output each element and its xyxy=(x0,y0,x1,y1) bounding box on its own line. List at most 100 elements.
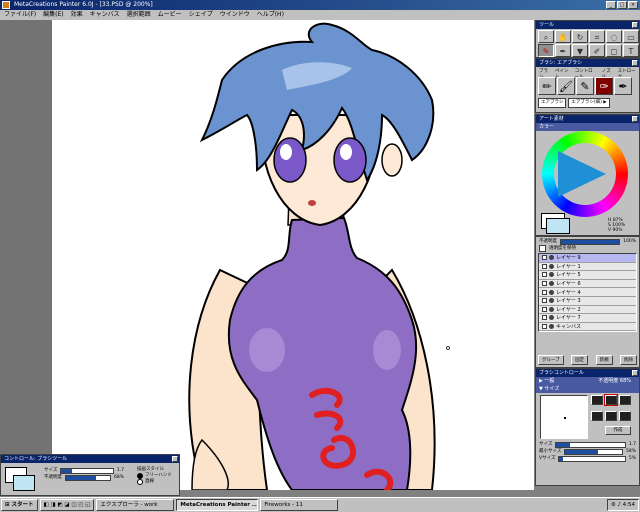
tab-control[interactable]: コントロール xyxy=(575,68,597,80)
rotate-tool-icon[interactable]: ↻ xyxy=(572,30,588,43)
build-brush-button[interactable]: 作成 xyxy=(605,426,631,436)
menu-movie[interactable]: ムービー xyxy=(158,10,182,20)
text-tool-icon[interactable]: T xyxy=(623,44,639,57)
selection-tool-icon[interactable]: ▭ xyxy=(623,30,639,43)
grabber-tool-icon[interactable]: ✋ xyxy=(555,30,571,43)
paint-bucket-tool-icon[interactable]: ▼ xyxy=(572,44,588,57)
layer-row[interactable]: レイヤー 4 xyxy=(539,288,636,297)
menu-select[interactable]: 選択範囲 xyxy=(127,10,151,20)
task-painter[interactable]: MetaCreations Painter ... xyxy=(176,499,259,511)
min-size-slider[interactable] xyxy=(564,448,623,455)
layer-row[interactable]: レイヤー 1 xyxy=(539,262,636,272)
eye-icon[interactable] xyxy=(549,263,554,269)
start-button[interactable]: ⊞ スタート xyxy=(1,499,38,511)
close-icon[interactable] xyxy=(632,22,638,28)
airbrush-icon[interactable]: ✑ xyxy=(595,77,613,95)
eye-icon[interactable] xyxy=(549,315,554,321)
close-icon[interactable] xyxy=(632,116,638,122)
layer-select-checkbox[interactable] xyxy=(542,281,547,287)
size-section-tab[interactable]: ▼ サイズ xyxy=(536,385,639,393)
quicklaunch-icons[interactable]: ◧ ◨ ◩ ◪ ◫ ◰ ◱ xyxy=(39,499,95,511)
layer-select-checkbox[interactable] xyxy=(542,255,547,261)
eye-icon[interactable] xyxy=(549,306,554,312)
eye-icon[interactable] xyxy=(549,298,554,304)
color-wheel[interactable] xyxy=(542,131,628,217)
brush-variant-select[interactable]: エアブラシ(細) ▶ xyxy=(568,98,610,108)
group-layers-button[interactable]: グループ xyxy=(538,355,564,365)
tab-stroke[interactable]: ストローク xyxy=(618,68,636,80)
brush-tip-3-icon[interactable] xyxy=(619,395,631,405)
layer-select-checkbox[interactable] xyxy=(542,306,547,312)
crop-tool-icon[interactable]: ⌗ xyxy=(589,30,605,43)
layer-select-checkbox[interactable] xyxy=(542,315,547,321)
layer-row[interactable]: レイヤー 3 xyxy=(539,296,636,306)
menu-canvas[interactable]: キャンバス xyxy=(90,10,120,20)
menu-effects[interactable]: 効果 xyxy=(71,10,83,20)
task-fireworks[interactable]: Fireworks - 11 xyxy=(260,499,339,511)
primary-color-swatch[interactable] xyxy=(546,218,570,234)
menu-edit[interactable]: 編集(E) xyxy=(43,10,63,20)
brush-category-select[interactable]: エアブラシ xyxy=(538,98,567,108)
lasso-tool-icon[interactable]: ◌ xyxy=(606,30,622,43)
layer-select-checkbox[interactable] xyxy=(542,298,547,304)
menu-file[interactable]: ファイル(F) xyxy=(4,10,36,20)
color-tab[interactable]: カラー xyxy=(536,123,639,131)
tab-nozzle[interactable]: ノズル xyxy=(602,68,613,80)
eye-icon[interactable] xyxy=(549,255,554,261)
task-explorer[interactable]: エクスプローラ - work xyxy=(96,499,175,511)
layer-row[interactable]: レイヤー 2 xyxy=(539,305,636,315)
layer-select-checkbox[interactable] xyxy=(542,272,547,278)
shape-tool-icon[interactable]: ◻ xyxy=(606,44,622,57)
layer-row[interactable]: キャンバス xyxy=(539,322,636,332)
preserve-transparency-checkbox[interactable] xyxy=(539,245,546,252)
menu-shapes[interactable]: シェイプ xyxy=(189,10,213,20)
ctrl-primary-swatch[interactable] xyxy=(13,475,35,491)
eyedropper-tool-icon[interactable]: ✒ xyxy=(555,44,571,57)
close-button[interactable]: × xyxy=(628,1,638,9)
delete-layer-button[interactable]: 削除 xyxy=(620,355,637,365)
size-step-slider[interactable] xyxy=(558,455,626,462)
general-section-tab[interactable]: ▶ 一般 不透明度 68% xyxy=(536,377,639,385)
pencil-brush-icon[interactable]: ✏ xyxy=(538,77,556,95)
close-icon[interactable] xyxy=(172,456,178,462)
minimize-button[interactable]: _ xyxy=(606,1,616,9)
layer-opacity-slider[interactable] xyxy=(560,238,621,245)
brush-tool-icon[interactable]: ✎ xyxy=(538,44,554,57)
eye-icon[interactable] xyxy=(549,289,554,295)
chalk-brush-icon[interactable]: ✎ xyxy=(576,77,594,95)
pen-tool-icon[interactable]: ✐ xyxy=(589,44,605,57)
tab-brush[interactable]: ブラシ xyxy=(539,68,550,80)
saturation-value-triangle[interactable] xyxy=(558,151,606,197)
brush-tip-1-icon[interactable] xyxy=(591,395,603,405)
layer-row[interactable]: レイヤー 6 xyxy=(539,279,636,289)
new-layer-button[interactable]: 新規 xyxy=(595,355,613,365)
ctrl-size-slider[interactable] xyxy=(60,467,114,474)
layer-select-checkbox[interactable] xyxy=(542,263,547,269)
pen-brush-icon[interactable]: ✒ xyxy=(614,77,632,95)
brush-tip-4-icon[interactable] xyxy=(591,410,603,421)
size-slider[interactable] xyxy=(555,441,626,448)
layer-select-checkbox[interactable] xyxy=(542,324,547,330)
tab-paint[interactable]: ペイント xyxy=(555,68,570,80)
ctrl-opacity-slider[interactable] xyxy=(65,474,111,481)
drop-layer-button[interactable]: 固定 xyxy=(571,355,589,365)
brush-tip-6-icon[interactable] xyxy=(619,410,631,421)
eye-icon[interactable] xyxy=(549,281,554,287)
magnifier-tool-icon[interactable]: ⌕ xyxy=(538,30,554,43)
close-icon[interactable] xyxy=(632,370,638,376)
straight-line-radio[interactable] xyxy=(137,479,143,485)
maximize-button[interactable]: □ xyxy=(617,1,627,9)
layer-row[interactable]: レイヤー 7 xyxy=(539,314,636,323)
menu-window[interactable]: ウインドウ xyxy=(220,10,250,20)
close-icon[interactable] xyxy=(632,60,638,66)
layer-row[interactable]: レイヤー 5 xyxy=(539,271,636,280)
layer-select-checkbox[interactable] xyxy=(542,289,547,295)
brush-tip-2-icon[interactable] xyxy=(604,394,618,406)
layer-row[interactable]: レイヤー 9 xyxy=(539,254,636,263)
eye-icon[interactable] xyxy=(549,324,554,330)
brush-variant-icon[interactable]: 🖌 xyxy=(557,77,575,95)
menu-help[interactable]: ヘルプ(H) xyxy=(257,10,284,20)
brush-tip-5-icon[interactable] xyxy=(605,410,617,421)
document-canvas[interactable] xyxy=(52,20,534,490)
eye-icon[interactable] xyxy=(549,272,554,278)
